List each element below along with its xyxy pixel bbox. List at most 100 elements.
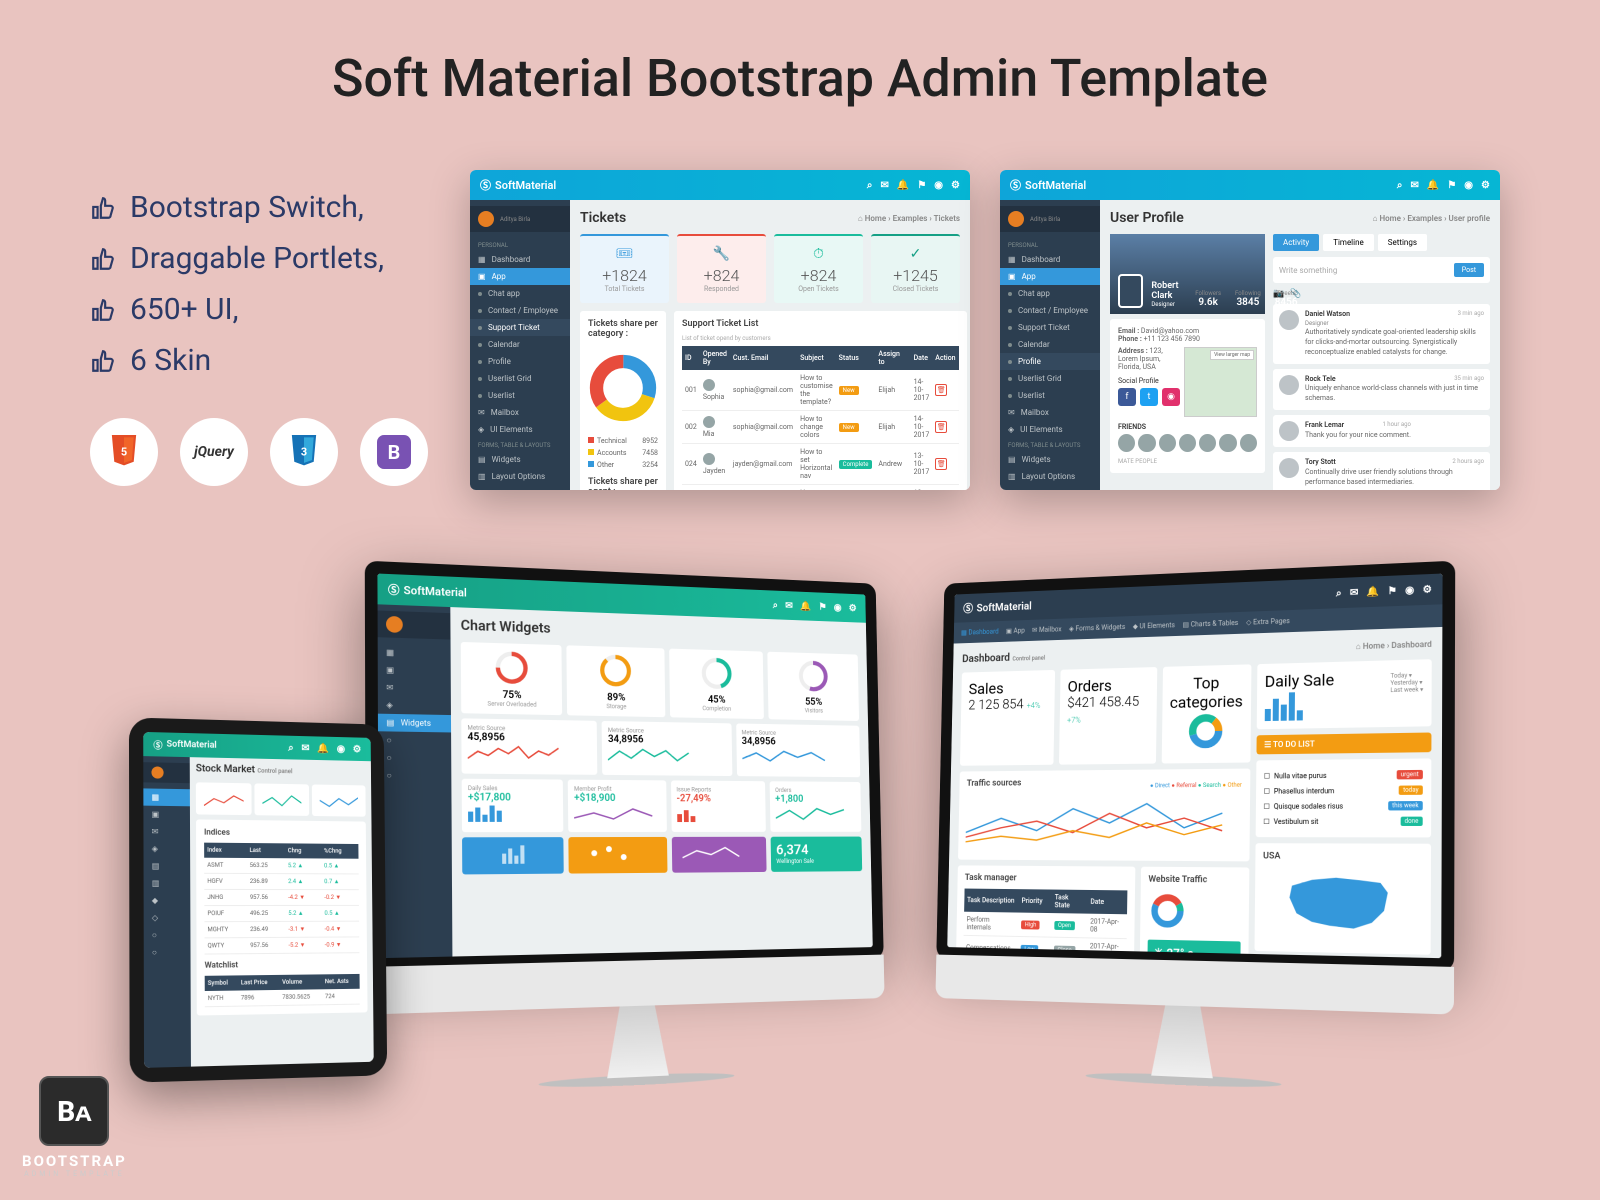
svg-text:5: 5 xyxy=(121,446,127,459)
sidebar-item-app[interactable]: ▣ App xyxy=(470,268,570,285)
table-row[interactable]: 001 Sophiasophia@gmail.comHow to customi… xyxy=(682,370,959,411)
table-row[interactable]: 002 Miasophia@gmail.comHow to change col… xyxy=(682,411,959,444)
imac-right: Ⓢ SoftMaterial⌕✉🔔⚑◉⚙ ▦ Dashboard ▣ App ✉… xyxy=(934,561,1455,1098)
sidebar-item-mailbox[interactable]: ✉ Mailbox xyxy=(470,404,570,421)
table-row[interactable]: QWTY957.56-5.2 ▼-0.9 ▼ xyxy=(205,937,360,954)
feature-item: Draggable Portlets, xyxy=(90,241,428,276)
page-title: User Profile xyxy=(1110,210,1184,226)
sidebar-item-dashboard[interactable]: ▦ Dashboard xyxy=(470,251,570,268)
thumbs-up-icon xyxy=(90,348,116,374)
thumbs-up-icon xyxy=(90,195,116,221)
stat-responded: 🔧+824Responded xyxy=(677,234,766,303)
logo-text: BOOTSTRAP xyxy=(22,1152,127,1170)
table-row[interactable]: MGHTY236.49-3.1 ▼-0.4 ▼ xyxy=(204,921,359,938)
nav-item[interactable]: ◇ Extra Pages xyxy=(1246,617,1290,627)
thumbs-up-icon xyxy=(90,246,116,272)
nav-item[interactable]: ▤ Charts & Tables xyxy=(1183,619,1239,629)
mail-icon[interactable]: ✉ xyxy=(880,180,888,191)
nav-item[interactable]: ▦ Dashboard xyxy=(961,628,999,637)
feed-item: Daniel Watson3 min agoDesignerAuthoritat… xyxy=(1273,304,1490,364)
usa-map xyxy=(1262,868,1422,942)
tab-settings[interactable]: Settings xyxy=(1378,234,1427,251)
profile-cover: Robert ClarkDesigner Followers9.6k Follo… xyxy=(1110,234,1265,314)
html5-badge: 5 xyxy=(90,418,158,486)
table-row[interactable]: HGFV236.892.4 ▲0.7 ▲ xyxy=(204,873,359,889)
bell-icon[interactable]: 🔔 xyxy=(897,180,909,191)
avatar-icon[interactable]: ◉ xyxy=(934,180,943,191)
facebook-icon[interactable]: f xyxy=(1118,388,1136,406)
legend-item: Accounts7458 xyxy=(588,447,658,459)
delete-button[interactable]: 🗑 xyxy=(935,384,947,396)
stat-total: 🎟+1824Total Tickets xyxy=(580,234,669,303)
table-row[interactable]: 025 Williamwilliam@gmail.comHow to chang… xyxy=(682,485,959,491)
sidebar-item-layout[interactable]: ▥ Layout Options xyxy=(470,468,570,485)
feed-item: Tory Stott2 hours agoContinually drive u… xyxy=(1273,452,1490,490)
sidebar-item-cal[interactable]: Calendar xyxy=(470,336,570,353)
feature-item: Bootstrap Switch, xyxy=(90,190,428,225)
features-panel: Bootstrap Switch, Draggable Portlets, 65… xyxy=(90,190,428,486)
sidebar-user[interactable]: Aditya Birla xyxy=(470,206,570,232)
bootstrap-badge: B xyxy=(360,418,428,486)
donut-chart xyxy=(588,353,658,423)
chart-category-title: Tickets share per category : xyxy=(588,319,658,339)
breadcrumb: ⌂ Home › Examples › Tickets xyxy=(858,214,960,223)
feed-item: Frank Lemar1 hour agoThank you for your … xyxy=(1273,415,1490,447)
tab-timeline[interactable]: Timeline xyxy=(1323,234,1374,251)
nav-item[interactable]: ◈ Forms & Widgets xyxy=(1069,623,1125,633)
bootstrap-icon: B xyxy=(377,435,411,469)
todo-item[interactable]: ☐ Vestibulum sit done xyxy=(1263,813,1422,829)
table-row[interactable]: CompensationsLowClose2017-Apr-10 xyxy=(963,935,1126,958)
stat-open: ⏱+824Open Tickets xyxy=(774,234,863,303)
flag-icon[interactable]: ⚑ xyxy=(917,180,926,191)
list-title: Support Ticket List xyxy=(682,319,959,329)
imac-left: Ⓢ SoftMaterial⌕✉🔔⚑◉⚙ ▦▣✉◈ ▤ Widgets ○○○ … xyxy=(365,561,886,1098)
map[interactable]: View larger map xyxy=(1184,347,1257,417)
hero-title: Soft Material Bootstrap Admin Template xyxy=(0,0,1600,149)
tickets-dashboard: Ⓢ SoftMaterial ⌕ ✉ 🔔 ⚑ ◉ ⚙ Aditya Birla PERSO… xyxy=(470,170,970,490)
gear-icon[interactable]: ⚙ xyxy=(951,180,960,191)
tickets-table: IDOpened ByCust. EmailSubjectStatusAssig… xyxy=(682,346,959,490)
stat-sales: Sales2 125 854 +4% xyxy=(960,670,1055,766)
sidebar-item-userlist[interactable]: Userlist Grid xyxy=(470,370,570,387)
sidebar-item-ticket[interactable]: Support Ticket xyxy=(470,319,570,336)
profile-avatar xyxy=(1118,274,1143,308)
sidebar-item-profile[interactable]: Profile xyxy=(470,353,570,370)
post-input[interactable]: Write somethingPost xyxy=(1273,257,1490,283)
sidebar-item-contact[interactable]: Contact / Employee xyxy=(470,302,570,319)
feature-item: 650+ UI, xyxy=(90,292,428,327)
sidebar-item-widgets[interactable]: ▤ Widgets xyxy=(470,451,570,468)
sidebar-item-ui[interactable]: ◈ UI Elements xyxy=(470,421,570,438)
tab-activity[interactable]: Activity xyxy=(1273,234,1319,251)
twitter-icon[interactable]: t xyxy=(1140,388,1158,406)
table-row[interactable]: 024 Jaydenjayden@gmail.comHow to set Hor… xyxy=(682,444,959,485)
brand-logo: Bᴀ BOOTSTRAP ADMIN TEMPLATE xyxy=(22,1076,127,1178)
search-icon[interactable]: ⌕ xyxy=(867,180,873,191)
tablet: Ⓢ SoftMaterial⌕✉🔔◉⚙ ▦ ▣✉◈▤▥◆◇○○ Stock Ma… xyxy=(129,717,387,1082)
table-row[interactable]: ASMT563.255.2 ▲0.5 ▲ xyxy=(204,858,358,874)
sidebar-item-userlist2[interactable]: Userlist xyxy=(470,387,570,404)
table-row[interactable]: POIUF496.255.2 ▲0.5 ▲ xyxy=(204,905,359,921)
delete-button[interactable]: 🗑 xyxy=(935,458,947,470)
sidebar-item-chat[interactable]: Chat app xyxy=(470,285,570,302)
todo-item[interactable]: ☐ Phasellus interdum today xyxy=(1264,782,1423,798)
sidebar-section: FORMS, TABLE & LAYOUTS xyxy=(470,438,570,451)
brand[interactable]: Ⓢ SoftMaterial xyxy=(480,177,556,193)
delete-button[interactable]: 🗑 xyxy=(935,421,947,433)
post-button[interactable]: Post xyxy=(1454,263,1484,277)
sidebar: Aditya Birla PERSONAL ▦ Dashboard ▣ App … xyxy=(470,200,570,490)
profile-dashboard: Ⓢ SoftMaterial⌕✉🔔⚑◉⚙ Aditya Birla PERSON… xyxy=(1000,170,1500,490)
todo-item[interactable]: ☐ Nulla vitae purus urgent xyxy=(1264,767,1423,784)
todo-item[interactable]: ☐ Quisque sodales risus this week xyxy=(1263,798,1422,814)
nav-item[interactable]: ◆ UI Elements xyxy=(1133,621,1175,630)
legend-item: Other3254 xyxy=(588,459,658,471)
nav-item[interactable]: ✉ Mailbox xyxy=(1032,625,1062,634)
list-subtitle: List of ticket opend by customers xyxy=(682,335,959,342)
table-row[interactable]: JNHG957.56-4.2 ▼-0.2 ▼ xyxy=(204,889,359,905)
instagram-icon[interactable]: ◉ xyxy=(1162,388,1180,406)
stat-closed: ✓+1245Closed Tickets xyxy=(871,234,960,303)
svg-text:3: 3 xyxy=(301,446,307,459)
sidebar: Aditya Birla PERSONAL ▦ Dashboard ▣ App … xyxy=(1000,200,1100,490)
table-row[interactable]: Perform internalsHighOpen2017-Apr-08 xyxy=(964,912,1127,939)
table-row[interactable]: NYTH78967830.5625724 xyxy=(205,989,360,1007)
nav-item[interactable]: ▣ App xyxy=(1006,627,1025,635)
